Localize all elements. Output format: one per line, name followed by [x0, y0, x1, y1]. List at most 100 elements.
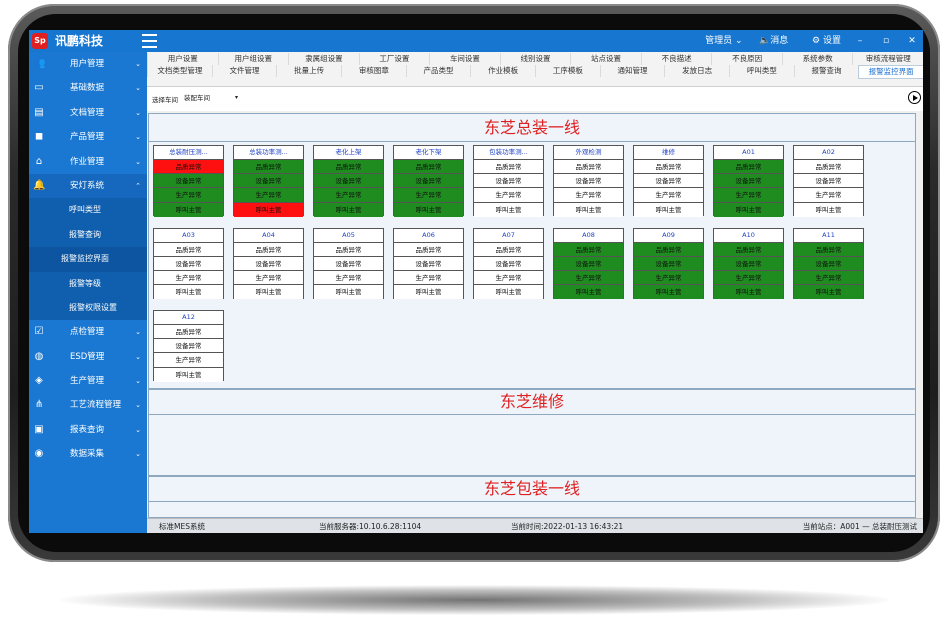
alarm-cell[interactable]: 设备异常 [474, 174, 543, 189]
tab[interactable]: 产品类型 [405, 65, 471, 77]
alarm-cell[interactable]: 生产异常 [234, 188, 303, 203]
sidebar-item[interactable]: 🔔 安灯系统 ⌃ [29, 173, 147, 199]
tab[interactable]: 作业模板 [470, 65, 535, 77]
station-card[interactable]: A01 品质异常 设备异常 生产异常 呼叫主管 [713, 145, 784, 217]
alarm-cell[interactable]: 呼叫主管 [394, 285, 463, 300]
station-card[interactable]: A07 品质异常 设备异常 生产异常 呼叫主管 [473, 227, 544, 300]
sidebar-item[interactable]: 👥 用户管理 ⌄ [29, 52, 147, 76]
alarm-cell[interactable]: 生产异常 [474, 188, 543, 203]
sidebar-subitem[interactable]: 报警监控界面 [29, 247, 147, 272]
alarm-cell[interactable]: 生产异常 [634, 188, 703, 203]
settings-button[interactable]: ⚙ 设置 [812, 34, 841, 48]
alarm-cell[interactable]: 呼叫主管 [314, 285, 383, 300]
tab[interactable]: 不良原因 [711, 53, 782, 65]
alarm-cell[interactable]: 品质异常 [394, 160, 463, 175]
alarm-cell[interactable]: 生产异常 [554, 188, 623, 203]
alarm-cell[interactable]: 品质异常 [234, 160, 303, 175]
alarm-cell[interactable]: 呼叫主管 [154, 285, 223, 300]
alarm-cell[interactable]: 品质异常 [634, 242, 703, 257]
station-card[interactable]: 总装功率测... 品质异常 设备异常 生产异常 呼叫主管 [233, 145, 304, 217]
station-card[interactable]: 老化下架 品质异常 设备异常 生产异常 呼叫主管 [393, 145, 464, 217]
station-card[interactable]: 老化上架 品质异常 设备异常 生产异常 呼叫主管 [313, 145, 384, 217]
tab[interactable]: 车间设置 [429, 53, 500, 65]
alarm-cell[interactable]: 品质异常 [714, 242, 783, 257]
alarm-cell[interactable]: 品质异常 [714, 160, 783, 175]
sidebar-subitem[interactable]: 报警查询 [29, 222, 147, 248]
tab[interactable]: 不良描述 [640, 53, 712, 65]
alarm-cell[interactable]: 设备异常 [234, 174, 303, 189]
alarm-cell[interactable]: 生产异常 [794, 188, 863, 203]
tab[interactable]: 系统参数 [781, 53, 853, 65]
alarm-cell[interactable]: 呼叫主管 [714, 285, 783, 300]
sidebar-item[interactable]: ▣ 报表查询 ⌄ [29, 418, 147, 442]
alarm-cell[interactable]: 品质异常 [794, 242, 863, 257]
sidebar-item[interactable]: ☑ 点检管理 ⌄ [29, 320, 147, 344]
alarm-cell[interactable]: 生产异常 [554, 270, 623, 286]
alarm-cell[interactable]: 品质异常 [234, 242, 303, 257]
sidebar-item[interactable]: ⌂ 作业管理 ⌄ [29, 150, 147, 174]
alarm-cell[interactable]: 生产异常 [714, 188, 783, 203]
alarm-cell[interactable]: 呼叫主管 [554, 285, 623, 300]
alarm-cell[interactable]: 设备异常 [714, 174, 783, 189]
alarm-cell[interactable]: 生产异常 [794, 270, 863, 286]
restore-button[interactable]: ▫ [878, 33, 894, 49]
alarm-cell[interactable]: 呼叫主管 [474, 285, 543, 300]
tab[interactable]: 文件管理 [211, 65, 277, 77]
station-card[interactable]: A10 品质异常 设备异常 生产异常 呼叫主管 [713, 227, 784, 300]
tab[interactable]: 呼叫类型 [729, 65, 794, 77]
alarm-cell[interactable]: 品质异常 [154, 160, 223, 175]
menu-toggle-icon[interactable] [142, 34, 157, 48]
alarm-cell[interactable]: 设备异常 [154, 339, 223, 354]
tab[interactable]: 报警查询 [793, 65, 859, 77]
alarm-cell[interactable]: 品质异常 [314, 160, 383, 175]
station-card[interactable]: A03 品质异常 设备异常 生产异常 呼叫主管 [153, 227, 224, 300]
alarm-cell[interactable]: 生产异常 [314, 270, 383, 286]
alarm-cell[interactable]: 设备异常 [474, 256, 543, 271]
station-card[interactable]: 总装耐压测... 品质异常 设备异常 生产异常 呼叫主管 [153, 145, 224, 217]
alarm-cell[interactable]: 设备异常 [314, 174, 383, 189]
alarm-cell[interactable]: 品质异常 [314, 242, 383, 257]
tab[interactable]: 工序模板 [535, 65, 600, 77]
alarm-cell[interactable]: 生产异常 [634, 270, 703, 286]
station-card[interactable]: A04 品质异常 设备异常 生产异常 呼叫主管 [233, 227, 304, 300]
sidebar-subitem[interactable]: 报警权限设置 [29, 295, 147, 321]
alarm-cell[interactable]: 呼叫主管 [154, 367, 223, 382]
alarm-cell[interactable]: 呼叫主管 [234, 202, 303, 217]
sidebar-item[interactable]: ▤ 文档管理 ⌄ [29, 101, 147, 125]
sidebar-subitem[interactable]: 报警等级 [29, 271, 147, 296]
alarm-cell[interactable]: 生产异常 [154, 270, 223, 286]
tab[interactable]: 用户设置 [147, 53, 218, 65]
sidebar-item[interactable]: ◍ ESD管理 ⌄ [29, 345, 147, 369]
alarm-cell[interactable]: 品质异常 [634, 160, 703, 175]
tab[interactable]: 站点设置 [570, 53, 641, 65]
tab[interactable]: 批量上传 [276, 65, 341, 77]
sidebar-subitem[interactable]: 呼叫类型 [29, 198, 147, 223]
alarm-cell[interactable]: 呼叫主管 [634, 285, 703, 300]
tab[interactable]: 工厂设置 [358, 53, 430, 65]
station-card[interactable]: A08 品质异常 设备异常 生产异常 呼叫主管 [553, 227, 624, 300]
tab[interactable]: 隶属组设置 [288, 53, 359, 65]
alarm-cell[interactable]: 设备异常 [554, 256, 623, 271]
alarm-cell[interactable]: 设备异常 [714, 256, 783, 271]
station-card[interactable]: 外观检测 品质异常 设备异常 生产异常 呼叫主管 [553, 145, 624, 217]
station-card[interactable]: A06 品质异常 设备异常 生产异常 呼叫主管 [393, 227, 464, 300]
play-button[interactable] [908, 91, 921, 104]
alarm-cell[interactable]: 设备异常 [394, 256, 463, 271]
alarm-cell[interactable]: 生产异常 [714, 270, 783, 286]
alarm-cell[interactable]: 生产异常 [474, 270, 543, 286]
workshop-select[interactable]: 装配车间 ▾ [184, 91, 240, 105]
alarm-cell[interactable]: 设备异常 [794, 174, 863, 189]
alarm-cell[interactable]: 品质异常 [154, 325, 223, 340]
station-card[interactable]: A05 品质异常 设备异常 生产异常 呼叫主管 [313, 227, 384, 300]
sidebar-item[interactable]: ▭ 基础数据 ⌄ [29, 76, 147, 100]
sidebar-item[interactable]: ◼ 产品管理 ⌄ [29, 125, 147, 149]
alarm-cell[interactable]: 生产异常 [394, 270, 463, 286]
user-menu[interactable]: 👤 管理员 ⌄ [691, 34, 743, 48]
alarm-cell[interactable]: 设备异常 [634, 174, 703, 189]
alarm-cell[interactable]: 呼叫主管 [554, 202, 623, 217]
tab[interactable]: 报警监控界面 [858, 65, 923, 79]
alarm-cell[interactable]: 品质异常 [474, 160, 543, 175]
alarm-cell[interactable]: 设备异常 [394, 174, 463, 189]
station-card[interactable]: 包装功率测... 品质异常 设备异常 生产异常 呼叫主管 [473, 145, 544, 217]
station-card[interactable]: A12 品质异常 设备异常 生产异常 呼叫主管 [153, 310, 224, 382]
